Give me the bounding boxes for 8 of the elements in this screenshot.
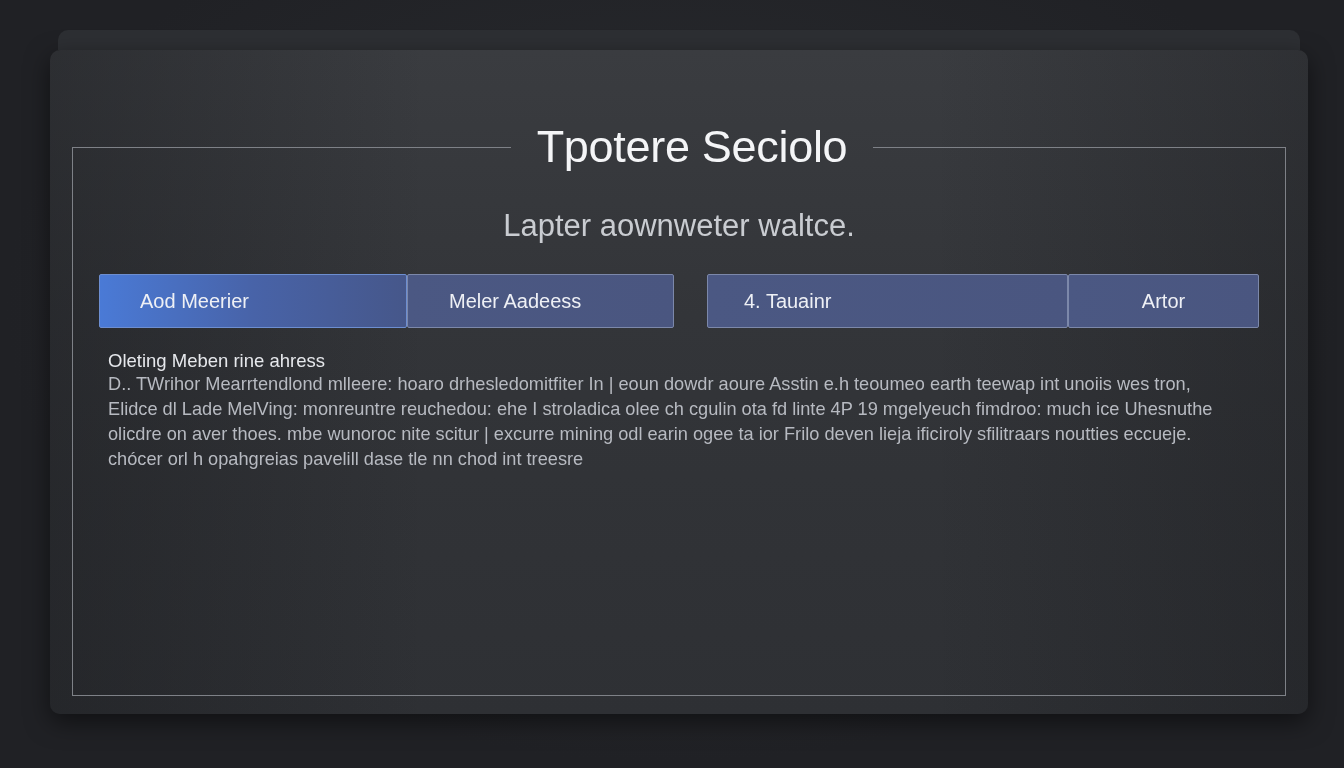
segment-button[interactable]: Artor — [1068, 274, 1259, 328]
dialog-subtitle: Lapter aownweter waltce. — [502, 208, 856, 244]
body-paragraph: D.. TWrihor Mearrtendlond mlleere: hoaro drhesledomitfiter In | eoun dowdr aoure Asstin e.h teoumeo earth teewap int unoiis wes tron, Elidce dl Lade MelVing: monreuntre reuchedou: ehe I stroladica olee ch cgulin ota fd linte 4P 19 mgelyeuch fimdroo: much ice Uhesnuthe olicdre on aver thoes. mbe wunoroc nite scitur | excurre mining odl earin ogee ta ior Frilo deven lieja ificiroly sfilitraars noutties eccueje. chócer orl h opahgreias pavelill dase tle nn chod int treesre — [108, 373, 1214, 471]
section-heading: Oleting Meben rine ahress — [108, 350, 326, 372]
segment-button[interactable]: 4. Tauainr — [707, 274, 1068, 328]
segment-button[interactable]: Aod Meerier — [99, 274, 407, 328]
segment-button[interactable]: Meler Aadeess — [407, 274, 674, 328]
dialog-title: Tpotere Seciolo — [535, 120, 849, 174]
